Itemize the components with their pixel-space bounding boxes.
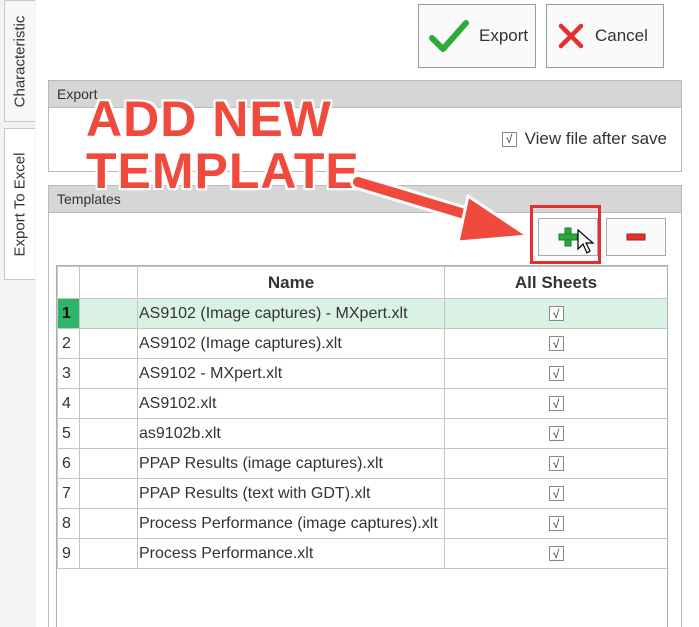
all-sheets-cell: √ [444, 478, 667, 509]
all-sheets-cell: √ [444, 298, 667, 329]
checkmark-icon [429, 20, 469, 52]
all-sheets-checkbox[interactable]: √ [548, 456, 564, 471]
col-header-name[interactable]: Name [137, 266, 445, 299]
annotation-line-2: TEMPLATE [86, 143, 360, 199]
row-index: 9 [57, 538, 80, 569]
col-header-all-sheets[interactable]: All Sheets [444, 266, 667, 299]
table-row[interactable]: 6 PPAP Results (image captures).xlt √ [57, 448, 667, 479]
row-index: 8 [57, 508, 80, 539]
view-file-label: View file after save [524, 129, 667, 148]
all-sheets-cell: √ [444, 388, 667, 419]
col-header-blank [79, 266, 138, 299]
row-index: 6 [57, 448, 80, 479]
x-icon [558, 23, 584, 49]
row-index: 2 [57, 328, 80, 359]
view-file-option[interactable]: √ View file after save [501, 129, 667, 149]
all-sheets-checkbox[interactable]: √ [548, 546, 564, 561]
cancel-button[interactable]: Cancel [546, 4, 664, 68]
grid-header-row: Name All Sheets [57, 266, 667, 299]
remove-template-button[interactable] [606, 218, 666, 256]
template-name[interactable]: AS9102 (Image captures).xlt [137, 328, 445, 359]
side-tab-strip: Characteristic Export To Excel [0, 0, 37, 627]
row-blank [79, 538, 138, 569]
all-sheets-checkbox[interactable]: √ [548, 516, 564, 531]
row-index: 7 [57, 478, 80, 509]
cancel-button-label: Cancel [595, 26, 648, 45]
template-name[interactable]: Process Performance (image captures).xlt [137, 508, 445, 539]
template-name[interactable]: as9102b.xlt [137, 418, 445, 449]
row-blank [79, 388, 138, 419]
table-row[interactable]: 3 AS9102 - MXpert.xlt √ [57, 358, 667, 389]
row-blank [79, 448, 138, 479]
tab-characteristic[interactable]: Characteristic [4, 0, 35, 122]
templates-grid: Name All Sheets 1 AS9102 (Image captures… [56, 265, 668, 627]
row-blank [79, 418, 138, 449]
table-row[interactable]: 4 AS9102.xlt √ [57, 388, 667, 419]
all-sheets-cell: √ [444, 508, 667, 539]
all-sheets-cell: √ [444, 538, 667, 569]
row-blank [79, 508, 138, 539]
table-row[interactable]: 7 PPAP Results (text with GDT).xlt √ [57, 478, 667, 509]
minus-icon [626, 233, 646, 241]
template-name[interactable]: AS9102 (Image captures) - MXpert.xlt [137, 298, 445, 329]
all-sheets-cell: √ [444, 358, 667, 389]
row-blank [79, 298, 138, 329]
view-file-checkbox[interactable]: √ [501, 131, 517, 147]
all-sheets-checkbox[interactable]: √ [548, 426, 564, 441]
table-row[interactable]: 2 AS9102 (Image captures).xlt √ [57, 328, 667, 359]
row-blank [79, 328, 138, 359]
add-button-highlight [530, 205, 601, 264]
tab-export-to-excel[interactable]: Export To Excel [4, 128, 35, 280]
table-row[interactable]: 9 Process Performance.xlt √ [57, 538, 667, 569]
all-sheets-cell: √ [444, 418, 667, 449]
row-index: 1 [57, 298, 80, 329]
template-name[interactable]: AS9102 - MXpert.xlt [137, 358, 445, 389]
all-sheets-cell: √ [444, 448, 667, 479]
col-header-index [57, 266, 80, 299]
export-button-label: Export [479, 26, 529, 45]
annotation-arrow-icon [350, 174, 530, 244]
template-name[interactable]: AS9102.xlt [137, 388, 445, 419]
all-sheets-cell: √ [444, 328, 667, 359]
all-sheets-checkbox[interactable]: √ [548, 336, 564, 351]
table-row[interactable]: 8 Process Performance (image captures).x… [57, 508, 667, 539]
all-sheets-checkbox[interactable]: √ [548, 486, 564, 501]
template-name[interactable]: PPAP Results (text with GDT).xlt [137, 478, 445, 509]
table-row[interactable]: 1 AS9102 (Image captures) - MXpert.xlt √ [57, 298, 667, 329]
all-sheets-checkbox[interactable]: √ [548, 396, 564, 411]
row-index: 5 [57, 418, 80, 449]
row-blank [79, 478, 138, 509]
row-blank [79, 358, 138, 389]
row-index: 4 [57, 388, 80, 419]
all-sheets-checkbox[interactable]: √ [548, 366, 564, 381]
table-row[interactable]: 5 as9102b.xlt √ [57, 418, 667, 449]
export-button[interactable]: Export [418, 4, 536, 68]
template-name[interactable]: PPAP Results (image captures).xlt [137, 448, 445, 479]
tab-export-to-excel-label: Export To Excel [11, 152, 29, 256]
all-sheets-checkbox[interactable]: √ [548, 306, 564, 321]
template-name[interactable]: Process Performance.xlt [137, 538, 445, 569]
row-index: 3 [57, 358, 80, 389]
annotation-line-1: ADD NEW [86, 91, 332, 147]
tab-characteristic-label: Characteristic [11, 15, 29, 107]
